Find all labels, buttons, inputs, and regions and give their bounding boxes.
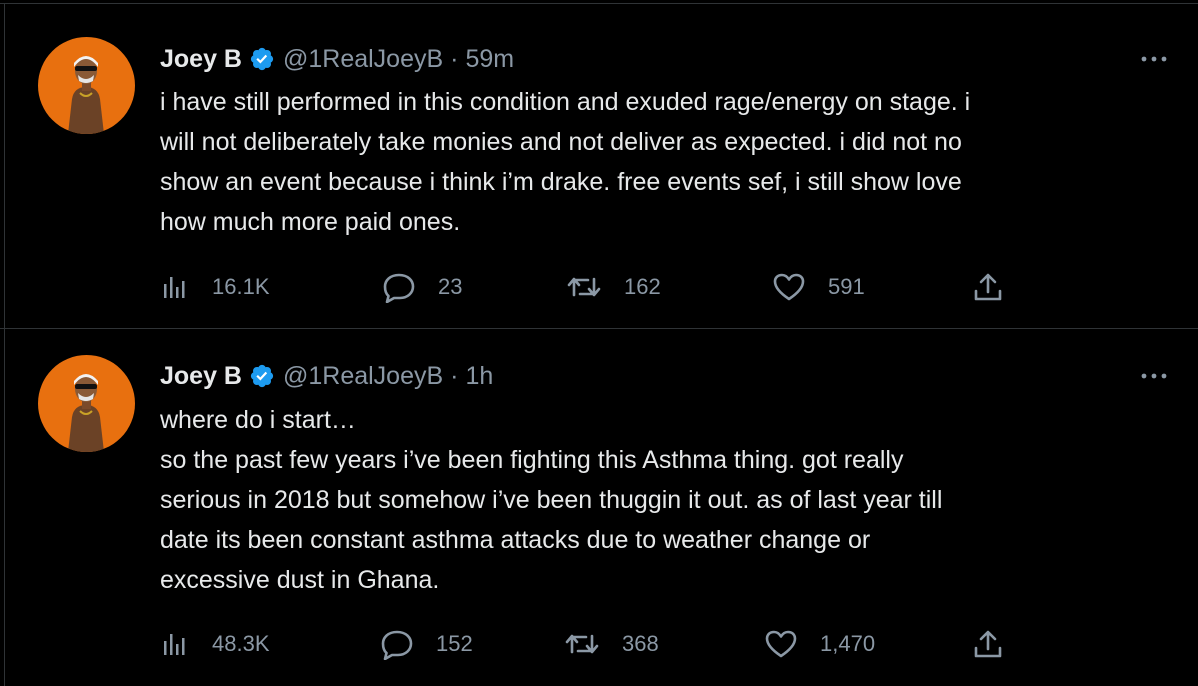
- views-icon: [164, 634, 185, 655]
- verified-badge-icon: [250, 47, 274, 71]
- verified-badge-icon: [250, 364, 274, 388]
- timestamp[interactable]: 59m: [466, 45, 515, 74]
- views-count: 16.1K: [212, 274, 270, 299]
- reply-button[interactable]: 23: [382, 270, 462, 304]
- retweet-icon: [565, 634, 599, 654]
- display-name[interactable]: Joey B: [160, 362, 242, 391]
- share-icon: [974, 273, 1002, 301]
- more-icon[interactable]: [1139, 54, 1169, 64]
- reply-icon: [383, 273, 415, 303]
- avatar-figure-icon: [68, 56, 104, 134]
- avatar[interactable]: [38, 37, 135, 134]
- avatar-figure-icon: [68, 374, 104, 452]
- like-count: 591: [828, 274, 865, 299]
- separator: ·: [450, 44, 459, 73]
- reply-count: 152: [436, 631, 473, 656]
- retweet-icon: [567, 277, 601, 297]
- share-button[interactable]: [972, 270, 1004, 304]
- retweet-count: 162: [624, 274, 661, 299]
- timestamp[interactable]: 1h: [466, 362, 494, 391]
- retweet-button[interactable]: 368: [564, 627, 659, 661]
- views-button[interactable]: 16.1K: [160, 270, 270, 304]
- avatar[interactable]: [38, 355, 135, 452]
- reply-button[interactable]: 152: [380, 627, 473, 661]
- tweet-header: Joey B @1RealJoeyB · 1h: [160, 359, 493, 393]
- reply-icon: [381, 630, 413, 660]
- tweet-divider: [0, 328, 1198, 329]
- retweet-count: 368: [622, 631, 659, 656]
- action-bar: 16.1K 23 162 591: [160, 270, 1060, 304]
- like-button[interactable]: 591: [772, 270, 865, 304]
- retweet-button[interactable]: 162: [566, 270, 661, 304]
- timeline-left-border: [4, 3, 5, 686]
- tweet-header: Joey B @1RealJoeyB · 59m: [160, 42, 514, 76]
- tweet-text: where do i start… so the past few years …: [160, 406, 943, 594]
- more-icon[interactable]: [1139, 371, 1169, 381]
- like-icon: [773, 273, 805, 301]
- action-bar: 48.3K 152 368 1,470: [160, 627, 1060, 661]
- tweet-text: i have still performed in this condition…: [160, 88, 971, 236]
- share-icon: [974, 630, 1002, 658]
- handle[interactable]: @1RealJoeyB: [283, 45, 443, 74]
- timeline-top-border: [0, 3, 1198, 4]
- handle[interactable]: @1RealJoeyB: [283, 362, 443, 391]
- views-icon: [164, 277, 185, 298]
- like-icon: [765, 630, 797, 658]
- share-button[interactable]: [972, 627, 1004, 661]
- like-button[interactable]: 1,470: [764, 627, 875, 661]
- like-count: 1,470: [820, 631, 876, 656]
- reply-count: 23: [438, 274, 463, 299]
- views-button[interactable]: 48.3K: [160, 627, 270, 661]
- display-name[interactable]: Joey B: [160, 45, 242, 74]
- views-count: 48.3K: [212, 631, 270, 656]
- separator: ·: [450, 361, 459, 390]
